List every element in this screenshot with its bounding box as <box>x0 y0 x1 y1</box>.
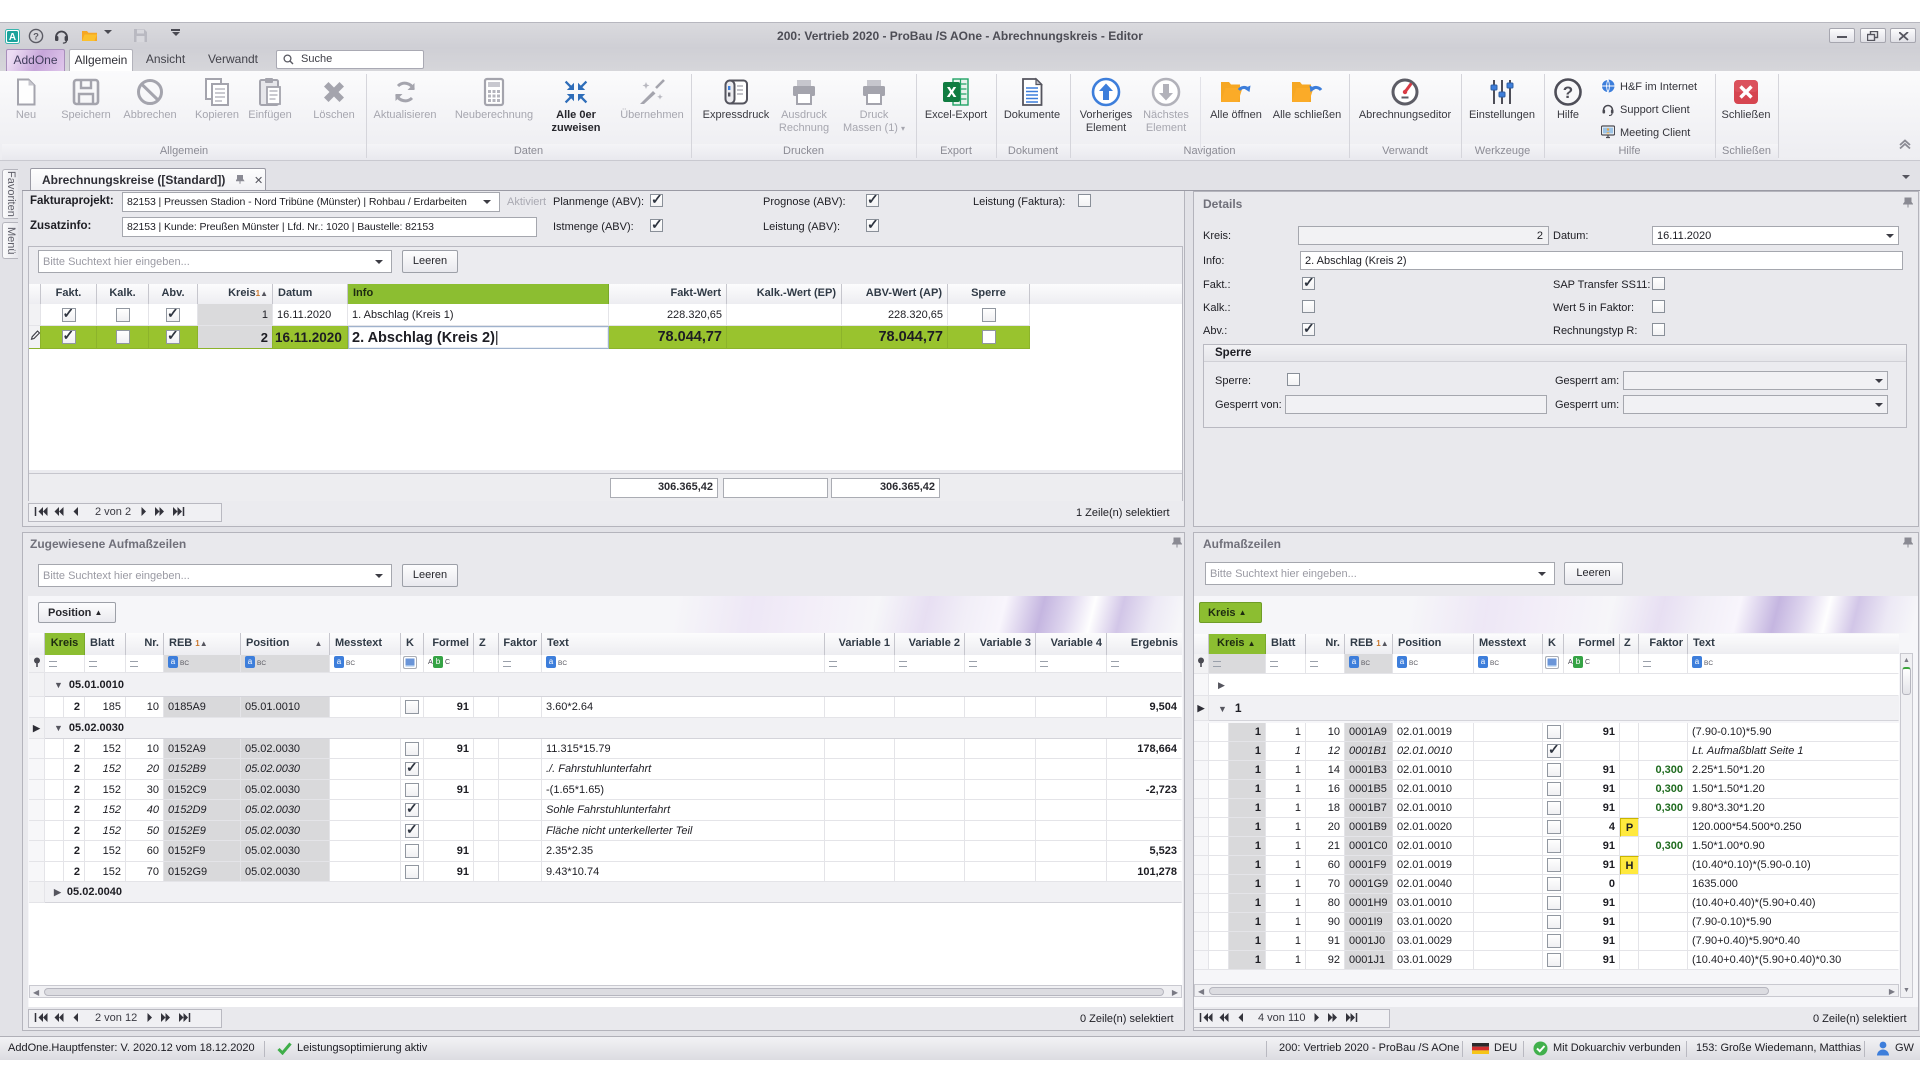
svg-text:?: ? <box>1563 83 1573 102</box>
svg-text:A: A <box>9 32 16 43</box>
svg-text:?: ? <box>33 32 39 43</box>
